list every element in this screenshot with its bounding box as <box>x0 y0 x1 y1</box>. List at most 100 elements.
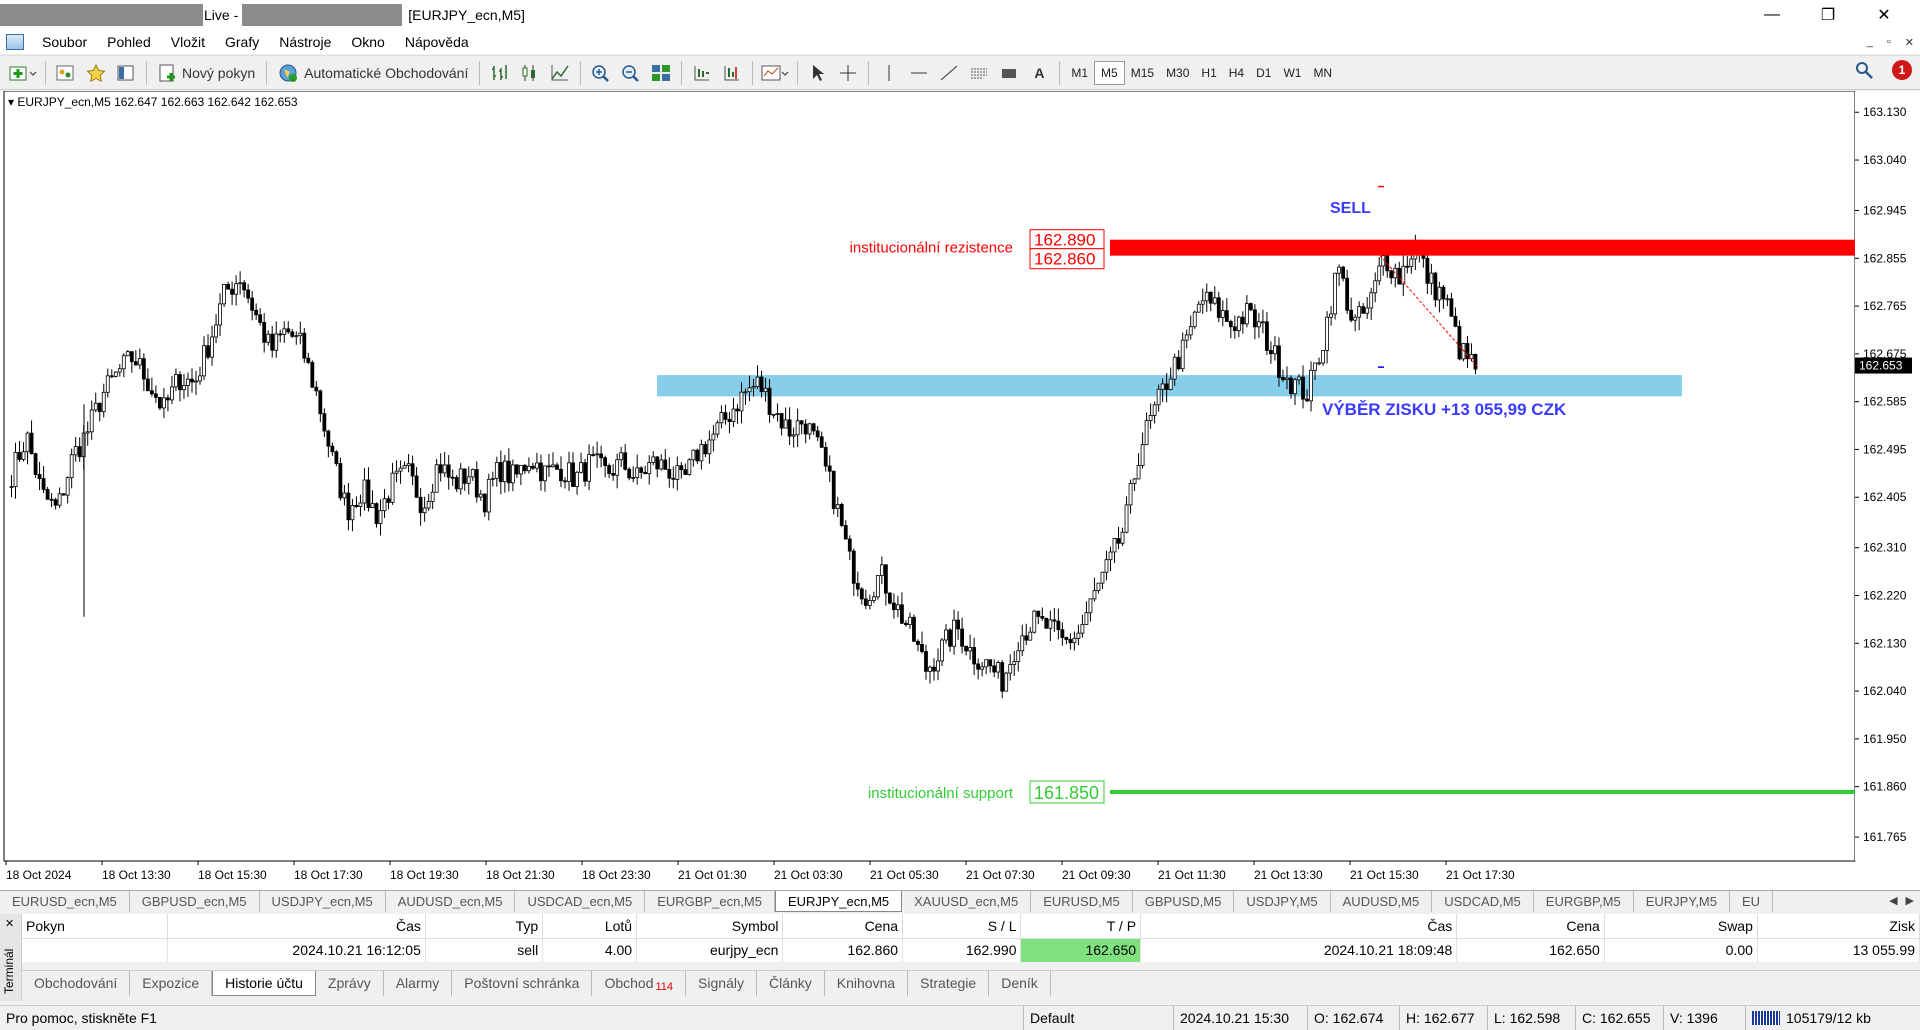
timeframe-m5[interactable]: M5 <box>1094 60 1125 85</box>
trade-tab-count: 114 <box>655 981 674 993</box>
timeframe-m1[interactable]: M1 <box>1065 61 1094 85</box>
auto-trading-button[interactable]: Automatické Obchodování <box>274 60 472 86</box>
menu-window[interactable]: Okno <box>341 30 394 54</box>
terminal-tab-5[interactable]: Poštovní schránka <box>452 971 593 996</box>
terminal-tab-6[interactable]: Obchod 114 <box>592 971 687 996</box>
chart-tab-usdjpy-ecn-m5[interactable]: USDJPY_ecn,M5 <box>260 891 386 912</box>
terminal-tab-0[interactable]: Obchodování <box>22 971 131 996</box>
chart-tab-xauusd-ecn-m5[interactable]: XAUUSD_ecn,M5 <box>902 891 1032 912</box>
menu-help[interactable]: Nápověda <box>395 30 479 54</box>
col-close-time[interactable]: Čas <box>1140 914 1458 939</box>
minimize-button[interactable]: — <box>1744 0 1800 30</box>
timeframe-h1[interactable]: H1 <box>1195 61 1222 85</box>
navigator-button[interactable] <box>113 60 139 86</box>
mdi-close-icon[interactable]: ✕ <box>1905 36 1914 49</box>
menu-insert[interactable]: Vložit <box>161 30 215 54</box>
terminal-tab-11[interactable]: Deník <box>989 971 1051 996</box>
chart-tab-usdjpy-m5[interactable]: USDJPY,M5 <box>1234 891 1331 912</box>
chart-shift-button[interactable] <box>719 60 745 86</box>
col-tp[interactable]: T / P <box>1020 914 1142 939</box>
terminal-tab-1[interactable]: Expozice <box>130 971 213 996</box>
timeframe-mn[interactable]: MN <box>1307 61 1338 85</box>
table-row[interactable]: 2024.10.21 16:12:05 sell 4.00 eurjpy_ecn… <box>22 938 1920 962</box>
mdi-minimize-icon[interactable]: _ <box>1867 36 1873 48</box>
cursor-tool-button[interactable] <box>805 60 831 86</box>
app-icon[interactable] <box>6 34 24 50</box>
search-icon[interactable] <box>1854 60 1874 80</box>
chart-tab-eu[interactable]: EU <box>1730 891 1774 912</box>
timeframe-w1[interactable]: W1 <box>1277 61 1307 85</box>
notification-badge[interactable]: 1 <box>1892 60 1912 80</box>
chart-area[interactable]: 163.130 163.040 162.945 162.855 162.765 162.6… <box>0 91 1920 890</box>
vertical-line-tool-button[interactable] <box>876 60 902 86</box>
chart-tab-audusd-ecn-m5[interactable]: AUDUSD_ecn,M5 <box>386 891 516 912</box>
chart-tab-usdcad-ecn-m5[interactable]: USDCAD_ecn,M5 <box>515 891 646 912</box>
zoom-in-button[interactable] <box>588 60 614 86</box>
horizontal-line-tool-button[interactable] <box>906 60 932 86</box>
col-lots[interactable]: Lotů <box>542 914 638 939</box>
col-symbol[interactable]: Symbol <box>636 914 784 939</box>
terminal-tab-10[interactable]: Strategie <box>908 971 990 996</box>
terminal-tab-8[interactable]: Články <box>757 971 825 996</box>
chart-tab-audusd-m5[interactable]: AUDUSD,M5 <box>1331 891 1433 912</box>
terminal-tab-9[interactable]: Knihovna <box>825 971 909 996</box>
chart-tab-gbpusd-ecn-m5[interactable]: GBPUSD_ecn,M5 <box>130 891 260 912</box>
col-close-price[interactable]: Cena <box>1456 914 1605 939</box>
price-chart[interactable]: 163.130 163.040 162.945 162.855 162.765 162.6… <box>0 91 1920 890</box>
chart-tab-eurusd-m5[interactable]: EURUSD,M5 <box>1031 891 1133 912</box>
auto-scroll-button[interactable] <box>689 60 715 86</box>
new-order-button[interactable]: Nový pokyn <box>154 60 259 86</box>
text-tool-button[interactable]: A <box>1026 60 1052 86</box>
favorites-button[interactable] <box>83 60 109 86</box>
terminal-tab-4[interactable]: Alarmy <box>384 971 453 996</box>
menu-tools[interactable]: Nástroje <box>269 30 341 54</box>
col-time[interactable]: Čas <box>167 914 426 939</box>
chart-tab-eurjpy-ecn-m5[interactable]: EURJPY_ecn,M5 <box>774 891 903 912</box>
close-button[interactable]: ✕ <box>1856 0 1912 30</box>
sell-annotation: SELL <box>1330 200 1371 217</box>
timeframe-d1[interactable]: D1 <box>1250 61 1277 85</box>
menu-view[interactable]: Pohled <box>97 30 161 54</box>
tile-windows-button[interactable] <box>648 60 674 86</box>
terminal-tab-3[interactable]: Zprávy <box>316 971 384 996</box>
timeframe-h4[interactable]: H4 <box>1223 61 1250 85</box>
trendline-tool-button[interactable] <box>936 60 962 86</box>
scroll-right-icon[interactable]: ▶ <box>1906 894 1914 907</box>
col-sl[interactable]: S / L <box>902 914 1022 939</box>
chart-tab-eurjpy-m5[interactable]: EURJPY,M5 <box>1634 891 1730 912</box>
line-chart-button[interactable] <box>547 60 573 86</box>
terminal-close-icon[interactable]: ✕ <box>5 917 14 930</box>
zoom-out-button[interactable] <box>618 60 644 86</box>
timeframe-m15[interactable]: M15 <box>1125 61 1160 85</box>
menu-file[interactable]: Soubor <box>32 30 97 54</box>
timeframe-m30[interactable]: M30 <box>1160 61 1195 85</box>
candlestick-button[interactable] <box>517 60 543 86</box>
scroll-left-icon[interactable]: ◀ <box>1889 894 1897 907</box>
col-order[interactable]: Pokyn <box>22 914 168 939</box>
col-type[interactable]: Typ <box>425 914 544 939</box>
new-chart-button[interactable] <box>8 60 38 86</box>
chart-tab-gbpusd-m5[interactable]: GBPUSD,M5 <box>1133 891 1235 912</box>
rectangle-tool-button[interactable] <box>996 60 1022 86</box>
terminal-tab-7[interactable]: Signály <box>686 971 757 996</box>
maximize-button[interactable]: ❐ <box>1800 0 1856 30</box>
indicators-button[interactable] <box>760 60 790 86</box>
chart-tab-eurgbp-m5[interactable]: EURGBP,M5 <box>1534 891 1634 912</box>
terminal-tab-2[interactable]: Historie účtu <box>212 971 316 996</box>
col-swap[interactable]: Swap <box>1604 914 1758 939</box>
channel-tool-button[interactable] <box>966 60 992 86</box>
chart-tab-eurgbp-ecn-m5[interactable]: EURGBP_ecn,M5 <box>645 891 775 912</box>
col-price[interactable]: Cena <box>782 914 904 939</box>
chart-tabs-scroll[interactable]: ◀ ▶ <box>1889 894 1914 907</box>
chart-tab-usdcad-m5[interactable]: USDCAD,M5 <box>1432 891 1534 912</box>
bar-chart-button[interactable] <box>487 60 513 86</box>
chart-tab-eurusd-ecn-m5[interactable]: EURUSD_ecn,M5 <box>0 891 130 912</box>
chart-menu-arrow-icon[interactable]: ▾ <box>8 95 14 109</box>
candle-body <box>41 478 46 490</box>
candle-body <box>1473 353 1478 370</box>
crosshair-tool-button[interactable] <box>835 60 861 86</box>
menu-charts[interactable]: Grafy <box>215 30 269 54</box>
profiles-button[interactable] <box>53 60 79 86</box>
col-profit[interactable]: Zisk <box>1757 914 1920 939</box>
mdi-restore-icon[interactable]: ▫ <box>1887 36 1891 48</box>
